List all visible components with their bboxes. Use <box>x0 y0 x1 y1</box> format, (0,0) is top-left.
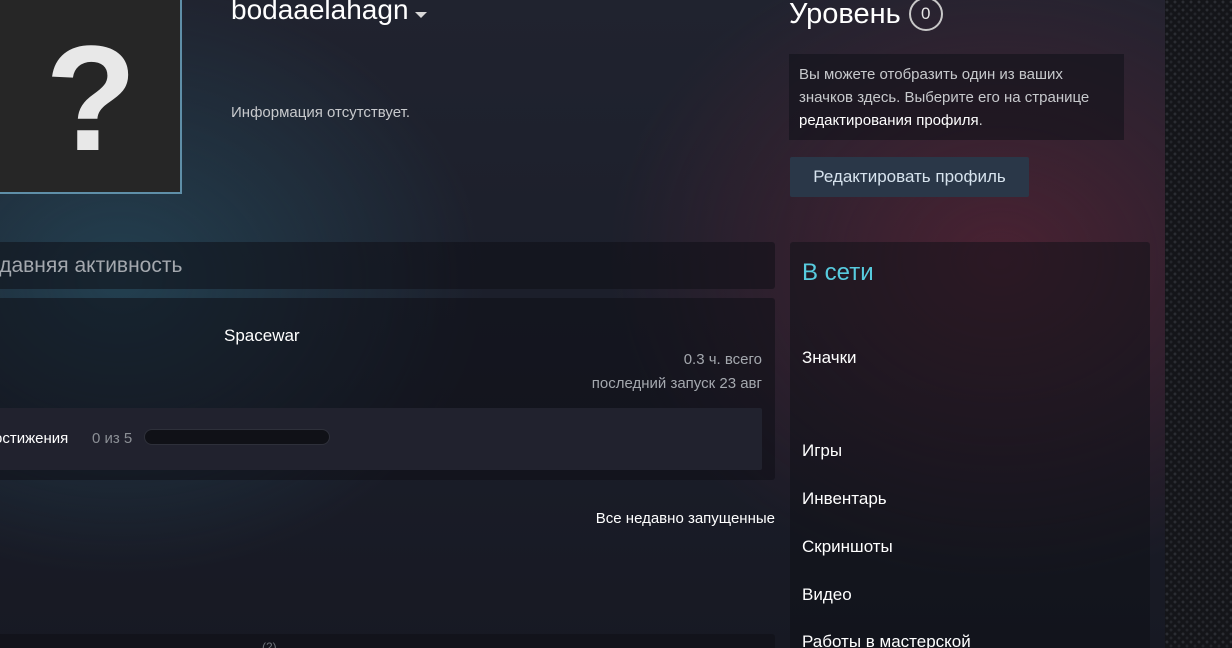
achievements-label: остижения <box>0 430 69 447</box>
chevron-down-icon <box>414 11 427 18</box>
sidebar-item-inventory[interactable]: Инвентарь <box>802 489 887 509</box>
online-status: В сети <box>802 259 874 286</box>
all-recent-games-link[interactable]: Все недавно запущенные <box>596 510 775 527</box>
achievements-progress-bar <box>144 429 330 445</box>
badge-info-box: Вы можете отобразить один из ваших значк… <box>789 54 1124 140</box>
recent-activity-header: едавняя активность <box>0 242 775 289</box>
profile-level: Уровень 0 <box>789 0 943 31</box>
sidebar-item-screenshots[interactable]: Скриншоты <box>802 537 893 557</box>
profile-summary: Информация отсутствует. <box>231 104 410 121</box>
badge-info-text: Вы можете отобразить один из ваших значк… <box>799 66 1090 106</box>
sidebar-item-badges[interactable]: Значки <box>802 348 857 368</box>
sidebar-item-games[interactable]: Игры <box>802 441 842 461</box>
background-texture <box>1165 0 1232 648</box>
game-last-played: последний запуск 23 авг <box>591 375 762 392</box>
achievements-count: 0 из 5 <box>92 430 133 447</box>
badge-info-suffix: . <box>978 112 983 129</box>
persona-name-dropdown[interactable]: bodaaelahagn <box>231 0 427 26</box>
game-hours: 0.3 ч. всего <box>683 351 762 368</box>
sidebar-item-workshop[interactable]: Работы в мастерской <box>802 632 971 648</box>
level-label: Уровень <box>789 0 901 30</box>
avatar[interactable]: ? <box>0 0 182 194</box>
level-value-badge[interactable]: 0 <box>908 0 943 31</box>
bottom-card <box>0 634 775 648</box>
sidebar-item-videos[interactable]: Видео <box>802 585 852 605</box>
edit-profile-button[interactable]: Редактировать профиль <box>790 157 1029 197</box>
edit-profile-link[interactable]: редактирования профиля <box>799 112 979 129</box>
bottom-count: (2) <box>262 640 277 648</box>
game-name-link[interactable]: Spacewar <box>224 326 300 346</box>
recent-activity-title: едавняя активность <box>0 254 183 277</box>
persona-name: bodaaelahagn <box>231 0 409 25</box>
question-mark-icon: ? <box>45 14 137 182</box>
